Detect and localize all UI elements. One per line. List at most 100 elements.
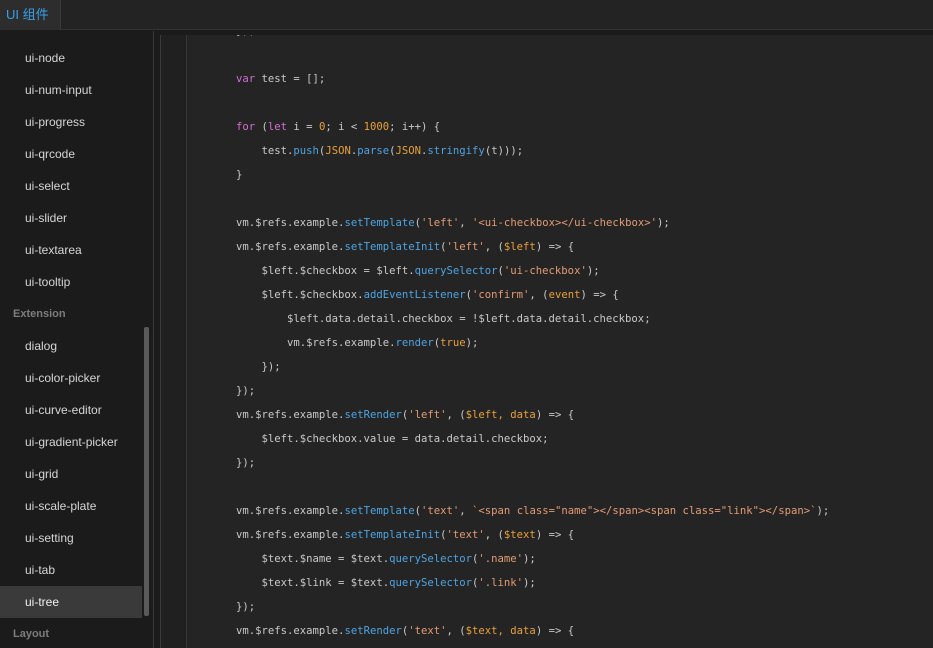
- code-token: `<span class="name"></span><span class="…: [472, 505, 817, 517]
- sidebar-item-ui-tab[interactable]: ui-tab: [0, 554, 142, 586]
- sidebar-item-ui-grid[interactable]: ui-grid: [0, 458, 142, 490]
- sidebar-item-ui-node[interactable]: ui-node: [0, 42, 142, 74]
- sidebar-item-ui-num-input[interactable]: ui-num-input: [0, 74, 142, 106]
- code-token: JSON: [395, 145, 422, 157]
- code-token: vm.$refs.example.: [236, 409, 345, 421]
- code-token: $left, data: [465, 409, 536, 421]
- code-token: render: [395, 337, 434, 349]
- code-token: ) => {: [535, 409, 575, 421]
- code-token: });: [236, 601, 256, 613]
- code-token: ) => {: [535, 529, 575, 541]
- code-token: setTemplateInit: [344, 529, 441, 541]
- sidebar-section-layout: Layout: [13, 628, 50, 640]
- code-token: });: [236, 35, 255, 37]
- code-line: vm.$refs.example.setTemplateInit('left',…: [236, 235, 933, 259]
- code-token: );: [465, 337, 479, 349]
- sidebar-scrollbar[interactable]: [144, 327, 149, 616]
- sidebar-item-ui-curve-editor[interactable]: ui-curve-editor: [0, 394, 142, 426]
- code-token: push: [293, 145, 319, 157]
- code-token: ,: [459, 217, 473, 229]
- code-token: test = [];: [255, 73, 326, 85]
- code-token: vm.$refs.example.: [236, 337, 396, 349]
- code-token: setRender: [344, 625, 402, 637]
- code-token: );: [523, 553, 536, 565]
- sidebar-item-ui-scale-plate[interactable]: ui-scale-plate: [0, 490, 142, 522]
- sidebar-item-dialog[interactable]: dialog: [0, 330, 142, 362]
- sidebar-item-ui-slider[interactable]: ui-slider: [0, 202, 142, 234]
- code-token: );: [657, 217, 670, 229]
- code-editor[interactable]: }); var test = []; for (let i = 0; i < 1…: [160, 35, 933, 648]
- code-token: vm.$refs.example.: [236, 625, 345, 637]
- code-token: querySelector: [414, 265, 498, 277]
- code-token: '<ui-checkbox></ui-checkbox>': [472, 217, 658, 229]
- code-line: vm.$refs.example.setRender('left', ($lef…: [236, 403, 933, 427]
- code-line: });: [236, 35, 933, 43]
- code-line: vm.$refs.example.render(true);: [236, 331, 933, 355]
- code-token: JSON: [325, 145, 351, 157]
- code-token: ) => {: [535, 241, 575, 253]
- code-content: }); var test = []; for (let i = 0; i < 1…: [236, 35, 933, 643]
- code-token: 'text': [421, 505, 460, 517]
- code-token: );: [523, 577, 536, 589]
- code-token: ) => {: [580, 289, 619, 301]
- sidebar-item-ui-gradient-picker[interactable]: ui-gradient-picker: [0, 426, 142, 458]
- code-token: test.: [236, 145, 294, 157]
- code-line: $text.$name = $text.querySelector('.name…: [236, 547, 933, 571]
- code-token: $left.data.detail.checkbox = !$left.data…: [236, 313, 651, 325]
- code-token: }: [236, 169, 243, 181]
- sidebar-item-ui-tooltip[interactable]: ui-tooltip: [0, 266, 142, 298]
- code-token: parse: [357, 145, 390, 157]
- code-token: (t)));: [484, 145, 524, 157]
- sidebar-item-ui-color-picker[interactable]: ui-color-picker: [0, 362, 142, 394]
- sidebar-item-ui-tree[interactable]: ui-tree: [0, 586, 142, 618]
- tab-ui-components[interactable]: UI 组件: [0, 0, 61, 30]
- code-token: setTemplate: [344, 505, 415, 517]
- code-token: setTemplateInit: [344, 241, 441, 253]
- code-token: for: [236, 121, 256, 133]
- code-token: setTemplate: [344, 217, 415, 229]
- editor-gutter: [161, 35, 187, 648]
- code-line: vm.$refs.example.setTemplate('text', `<s…: [236, 499, 933, 523]
- code-line: $left.$checkbox.addEventListener('confir…: [236, 283, 933, 307]
- code-token: ; i <: [325, 121, 364, 133]
- code-token: , (: [484, 241, 504, 253]
- code-token: 'text': [408, 625, 447, 637]
- sidebar-item-ui-setting[interactable]: ui-setting: [0, 522, 142, 554]
- sidebar: ui-node ui-num-input ui-progress ui-qrcode u…: [0, 31, 154, 648]
- code-line: });: [236, 379, 933, 403]
- code-token: 'left': [408, 409, 447, 421]
- sidebar-item-ui-textarea[interactable]: ui-textarea: [0, 234, 142, 266]
- code-line: vm.$refs.example.setTemplateInit('text',…: [236, 523, 933, 547]
- code-token: $left.$checkbox.value = data.detail.chec…: [236, 433, 549, 445]
- code-token: ,: [459, 505, 473, 517]
- code-line: $text.$link = $text.querySelector('.link…: [236, 571, 933, 595]
- sidebar-item-ui-progress[interactable]: ui-progress: [0, 106, 142, 138]
- code-line: vm.$refs.example.setTemplate('left', '<u…: [236, 211, 933, 235]
- code-token: i =: [287, 121, 319, 133]
- code-token: $text.$name = $text.: [236, 553, 390, 565]
- sidebar-item-ui-select[interactable]: ui-select: [0, 170, 142, 202]
- code-token: $left.$checkbox.: [236, 289, 364, 301]
- code-token: ; i++) {: [389, 121, 441, 133]
- sidebar-item-ui-qrcode[interactable]: ui-qrcode: [0, 138, 142, 170]
- code-token: vm.$refs.example.: [236, 529, 345, 541]
- code-token: );: [816, 505, 830, 517]
- sidebar-list: ui-node ui-num-input ui-progress ui-qrcode u…: [0, 42, 142, 648]
- code-token: setRender: [344, 409, 402, 421]
- code-token: var: [236, 73, 256, 85]
- code-token: , (: [484, 529, 504, 541]
- code-line: vm.$refs.example.setRender('text', ($tex…: [236, 619, 933, 643]
- code-line: $left.data.detail.checkbox = !$left.data…: [236, 307, 933, 331]
- code-token: vm.$refs.example.: [236, 217, 345, 229]
- code-line: test.push(JSON.parse(JSON.stringify(t)))…: [236, 139, 933, 163]
- code-token: });: [236, 361, 281, 373]
- code-line: });: [236, 451, 933, 475]
- code-token: 'confirm': [472, 289, 530, 301]
- code-token: addEventListener: [363, 289, 466, 301]
- code-token: , (: [446, 625, 466, 637]
- code-token: 'left': [446, 241, 485, 253]
